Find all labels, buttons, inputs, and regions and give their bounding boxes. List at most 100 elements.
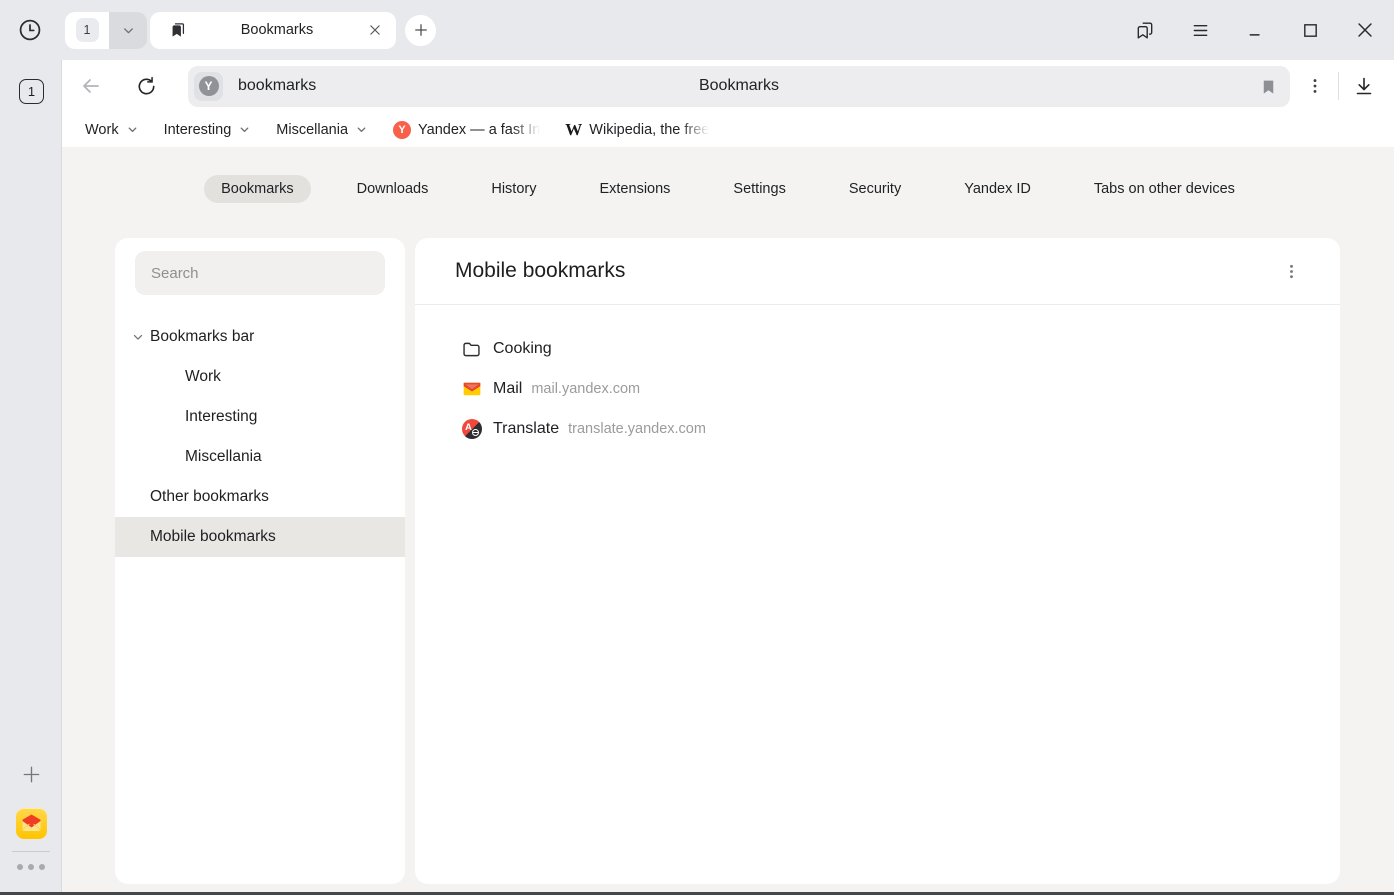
address-bar[interactable]: Y bookmarks Bookmarks — [188, 66, 1290, 107]
yandex-mail-icon — [461, 379, 482, 400]
toolbar-divider — [1338, 72, 1339, 100]
link-label: Wikipedia, the free — [589, 122, 709, 138]
folder-label: Interesting — [164, 122, 232, 138]
bookmarks-bar: Work Interesting Miscellania Y Yandex — … — [62, 112, 1394, 147]
back-button[interactable] — [78, 74, 103, 99]
bookmarks-bar-link-wikipedia[interactable]: W Wikipedia, the free — [565, 121, 709, 138]
chevron-down-icon — [121, 23, 136, 38]
minimize-button[interactable] — [1244, 19, 1266, 41]
tab-counter-value: 1 — [28, 84, 35, 99]
tab-group-count: 1 — [76, 18, 99, 42]
tree-item-label: Other bookmarks — [150, 488, 269, 506]
arrow-left-icon — [79, 74, 103, 98]
yandex-translate-icon: A — [461, 419, 482, 440]
folder-label: Work — [85, 122, 119, 138]
folder-label: Miscellania — [276, 122, 348, 138]
list-item-cooking[interactable]: Cooking — [415, 329, 1340, 369]
yandex-y-icon: Y — [393, 121, 411, 139]
tab-group[interactable]: 1 — [65, 12, 147, 49]
tab-group-expand-button[interactable] — [109, 12, 147, 49]
tab-close-icon[interactable] — [366, 21, 384, 39]
tab-group-count-badge: 1 — [65, 12, 109, 49]
tab-history[interactable]: History — [474, 175, 553, 203]
wikipedia-w-icon: W — [565, 121, 582, 138]
tree-item-bookmarks-bar[interactable]: Bookmarks bar — [115, 317, 405, 357]
url-text[interactable]: bookmarks — [238, 77, 316, 95]
maximize-button[interactable] — [1299, 19, 1321, 41]
close-button[interactable] — [1354, 19, 1376, 41]
panel-kebab-menu[interactable] — [1280, 260, 1302, 282]
side-panel-bookmarks-icon[interactable] — [1134, 19, 1156, 41]
bookmarks-tree-panel: Bookmarks bar Work Interesting Miscellan… — [115, 238, 405, 884]
list-item-translate[interactable]: A Translate translate.yandex.com — [415, 409, 1340, 449]
strip-more-button[interactable] — [14, 864, 48, 870]
tab-title: Bookmarks — [188, 22, 366, 38]
tab-yandex-id[interactable]: Yandex ID — [947, 175, 1048, 203]
yandex-mail-app-icon[interactable] — [16, 808, 47, 839]
tree-item-other-bookmarks[interactable]: Other bookmarks — [115, 477, 405, 517]
reload-button[interactable] — [134, 74, 159, 99]
bookmarks-manager-page: Bookmarks Downloads History Extensions S… — [62, 147, 1394, 895]
tab-counter-button[interactable]: 1 — [19, 79, 44, 104]
bookmarks-tree: Bookmarks bar Work Interesting Miscellan… — [115, 317, 405, 557]
tab-bookmarks-pill[interactable]: Bookmarks — [204, 175, 311, 203]
tree-item-label: Miscellania — [185, 448, 262, 466]
bookmarks-list: Cooking Mail mail.yandex.com — [415, 305, 1340, 449]
plus-icon — [412, 21, 430, 39]
tree-item-label: Work — [185, 368, 221, 386]
menu-icon[interactable] — [1189, 19, 1211, 41]
toolbar: Y bookmarks Bookmarks — [62, 60, 1394, 112]
kebab-icon — [1305, 76, 1325, 96]
bookmarks-bar-folder-work[interactable]: Work — [85, 122, 139, 138]
bookmark-url: mail.yandex.com — [531, 381, 640, 397]
tree-item-label: Mobile bookmarks — [150, 528, 276, 546]
bookmarks-bar-folder-interesting[interactable]: Interesting — [164, 122, 252, 138]
tree-item-label: Interesting — [185, 408, 257, 426]
bookmarks-list-panel: Mobile bookmarks Cooking — [415, 238, 1340, 884]
new-tab-button[interactable] — [405, 15, 436, 46]
bookmark-icon — [168, 20, 188, 40]
chevron-down-icon — [355, 123, 368, 136]
page-title: Bookmarks — [188, 77, 1290, 95]
browser-window: 1 Bookmarks — [0, 0, 1394, 895]
tree-item-work[interactable]: Work — [115, 357, 405, 397]
site-badge[interactable]: Y — [194, 72, 223, 101]
download-button[interactable] — [1351, 73, 1377, 99]
bookmark-url: translate.yandex.com — [568, 421, 706, 437]
tree-item-interesting[interactable]: Interesting — [115, 397, 405, 437]
panel-title: Mobile bookmarks — [455, 259, 625, 283]
tab-extensions[interactable]: Extensions — [582, 175, 687, 203]
tab-security[interactable]: Security — [832, 175, 918, 203]
chevron-down-icon — [131, 330, 145, 344]
tree-item-mobile-bookmarks[interactable]: Mobile bookmarks — [115, 517, 405, 557]
yandex-logo-icon: Y — [199, 76, 219, 96]
bookmark-name: Mail — [493, 380, 522, 398]
bookmarks-bar-link-yandex[interactable]: Y Yandex — a fast In — [393, 121, 540, 139]
download-icon — [1352, 74, 1376, 98]
tab-bookmarks[interactable]: Bookmarks — [150, 12, 396, 49]
bookmark-filled-icon[interactable] — [1259, 77, 1278, 96]
bookmark-name: Cooking — [493, 340, 552, 358]
bookmarks-bar-folder-miscellania[interactable]: Miscellania — [276, 122, 368, 138]
strip-divider — [12, 851, 50, 852]
manager-nav-tabs: Bookmarks Downloads History Extensions S… — [62, 174, 1394, 204]
history-clock-icon[interactable] — [17, 17, 43, 43]
toolbar-kebab-menu[interactable] — [1304, 75, 1326, 97]
tree-item-miscellania[interactable]: Miscellania — [115, 437, 405, 477]
search-input[interactable] — [135, 251, 385, 295]
kebab-icon — [1282, 262, 1301, 281]
list-item-mail[interactable]: Mail mail.yandex.com — [415, 369, 1340, 409]
panel-header: Mobile bookmarks — [415, 238, 1340, 305]
chevron-down-icon — [238, 123, 251, 136]
folder-icon — [461, 339, 482, 360]
tab-strip: 1 Bookmarks — [0, 0, 1394, 60]
tab-settings[interactable]: Settings — [716, 175, 802, 203]
strip-add-button[interactable] — [19, 762, 44, 787]
window-controls — [1134, 19, 1376, 41]
tab-downloads[interactable]: Downloads — [340, 175, 446, 203]
plus-icon — [20, 763, 43, 786]
link-label: Yandex — a fast In — [418, 122, 540, 138]
side-strip: 1 — [0, 60, 62, 895]
tab-other-devices[interactable]: Tabs on other devices — [1077, 175, 1252, 203]
chevron-down-icon — [126, 123, 139, 136]
